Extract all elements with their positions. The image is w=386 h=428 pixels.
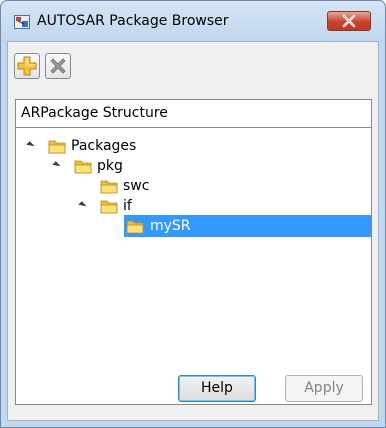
package-tree-panel[interactable]: ARPackage Structure Packages pkg swc if … [15, 99, 372, 405]
folder-icon [74, 160, 92, 174]
autosar-app-icon [14, 15, 30, 29]
tree-node-label: Packages [71, 138, 137, 154]
window-title: AUTOSAR Package Browser [37, 13, 229, 29]
tree-header: ARPackage Structure [16, 100, 371, 128]
tree-node-label: pkg [97, 158, 123, 174]
tree-node-label: swc [123, 178, 150, 194]
help-button[interactable]: Help [178, 375, 256, 402]
dialog-client-area: ARPackage Structure Packages pkg swc if … [7, 41, 379, 421]
add-package-button[interactable] [14, 53, 40, 79]
tree-node-if[interactable]: if [16, 197, 371, 217]
expand-arrow-icon[interactable] [52, 161, 61, 170]
tree-node-packages[interactable]: Packages [16, 137, 371, 157]
expand-arrow-icon[interactable] [26, 141, 35, 150]
tree-node-pkg[interactable]: pkg [16, 157, 371, 177]
close-icon [342, 14, 356, 28]
close-button[interactable] [327, 11, 371, 31]
delete-x-icon [50, 58, 66, 74]
autosar-package-browser-window: AUTOSAR Package Browser ARPackage Struct… [0, 0, 386, 428]
tree-header-label: ARPackage Structure [21, 105, 168, 121]
title-bar[interactable]: AUTOSAR Package Browser [1, 1, 385, 41]
tree-node-label: mySR [150, 218, 191, 234]
tree-node-swc[interactable]: swc [16, 177, 371, 197]
tree-node-label: if [123, 198, 132, 214]
delete-package-button[interactable] [45, 53, 71, 79]
folder-icon [100, 180, 118, 194]
add-plus-icon [17, 56, 37, 76]
folder-icon [48, 140, 66, 154]
expand-arrow-icon[interactable] [78, 201, 87, 210]
folder-icon [100, 200, 118, 214]
apply-button[interactable]: Apply [285, 375, 363, 402]
folder-icon [126, 220, 144, 234]
tree-node-mysr[interactable]: mySR [16, 215, 371, 237]
